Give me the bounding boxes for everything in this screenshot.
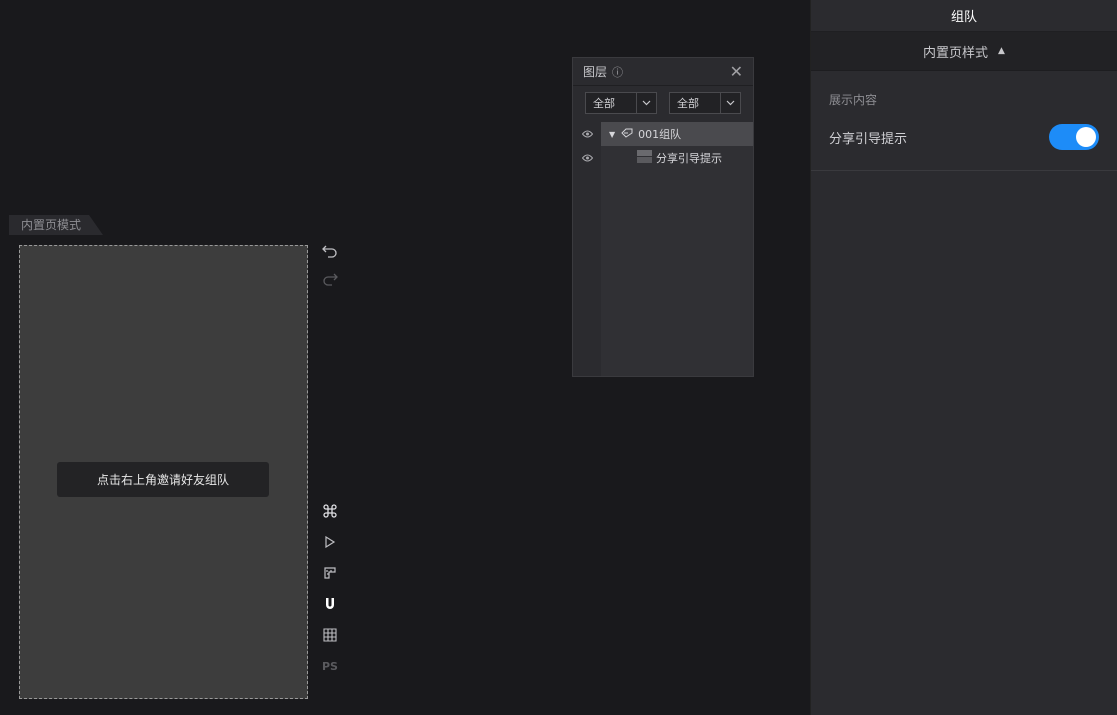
- command-icon[interactable]: [316, 497, 344, 525]
- eye-icon[interactable]: [573, 146, 601, 170]
- canvas-area: 内置页模式 点击右上角邀请好友组队 PS 图层 ⓘ ✕ 全部 全部 ▼ 001组…: [0, 0, 810, 715]
- layer-panel: 图层 ⓘ ✕ 全部 全部 ▼ 001组队 分享引导提示: [572, 57, 754, 377]
- component-icon: [621, 128, 633, 141]
- close-icon[interactable]: ✕: [730, 62, 743, 81]
- ruler-icon[interactable]: [316, 559, 344, 587]
- chevron-down-icon: [720, 93, 740, 113]
- layer-row-item[interactable]: 分享引导提示: [601, 146, 753, 170]
- magnet-icon[interactable]: [316, 590, 344, 618]
- layer-filters: 全部 全部: [573, 86, 753, 120]
- caret-down-icon[interactable]: ▼: [609, 130, 615, 139]
- layer-row-group[interactable]: ▼ 001组队: [601, 122, 753, 146]
- select-value: 全部: [593, 97, 615, 110]
- layer-filter-select-1[interactable]: 全部: [585, 92, 657, 114]
- layer-label: 分享引导提示: [656, 152, 722, 165]
- share-guide-toggle[interactable]: [1049, 124, 1099, 150]
- layer-tree: ▼ 001组队 分享引导提示: [601, 122, 753, 376]
- section-content: 展示内容 分享引导提示: [811, 71, 1117, 171]
- chevron-down-icon: [636, 93, 656, 113]
- canvas-tools: PS: [316, 497, 344, 680]
- properties-panel: 组队 内置页样式 ▲ 展示内容 分享引导提示: [810, 0, 1117, 715]
- ps-button[interactable]: PS: [316, 652, 344, 680]
- panel-title: 组队: [811, 0, 1117, 32]
- phone-preview[interactable]: 点击右上角邀请好友组队: [19, 245, 308, 699]
- layer-thumb-icon: [637, 150, 652, 166]
- layer-filter-select-2[interactable]: 全部: [669, 92, 741, 114]
- toggle-label: 分享引导提示: [829, 131, 908, 147]
- redo-icon[interactable]: [316, 265, 344, 293]
- section-title: 内置页样式: [923, 45, 989, 61]
- select-value: 全部: [677, 97, 699, 110]
- grid-icon[interactable]: [316, 621, 344, 649]
- toggle-row: 分享引导提示: [829, 124, 1099, 150]
- layer-label: 001组队: [638, 128, 682, 141]
- layer-list: ▼ 001组队 分享引导提示: [573, 122, 753, 376]
- caret-up-icon[interactable]: ▲: [998, 46, 1005, 56]
- toggle-knob: [1076, 127, 1096, 147]
- layer-panel-header: 图层 ⓘ ✕: [573, 58, 753, 86]
- info-icon[interactable]: ⓘ: [612, 64, 623, 80]
- history-tools: [316, 237, 344, 293]
- layer-panel-title: 图层: [583, 65, 608, 79]
- invite-hint-button[interactable]: 点击右上角邀请好友组队: [57, 462, 269, 497]
- visibility-column: [573, 122, 601, 376]
- mode-tab[interactable]: 内置页模式: [9, 215, 103, 235]
- eye-icon[interactable]: [573, 122, 601, 146]
- subheading: 展示内容: [829, 93, 878, 107]
- undo-icon[interactable]: [316, 237, 344, 265]
- play-icon[interactable]: [316, 528, 344, 556]
- section-header[interactable]: 内置页样式 ▲: [811, 32, 1117, 71]
